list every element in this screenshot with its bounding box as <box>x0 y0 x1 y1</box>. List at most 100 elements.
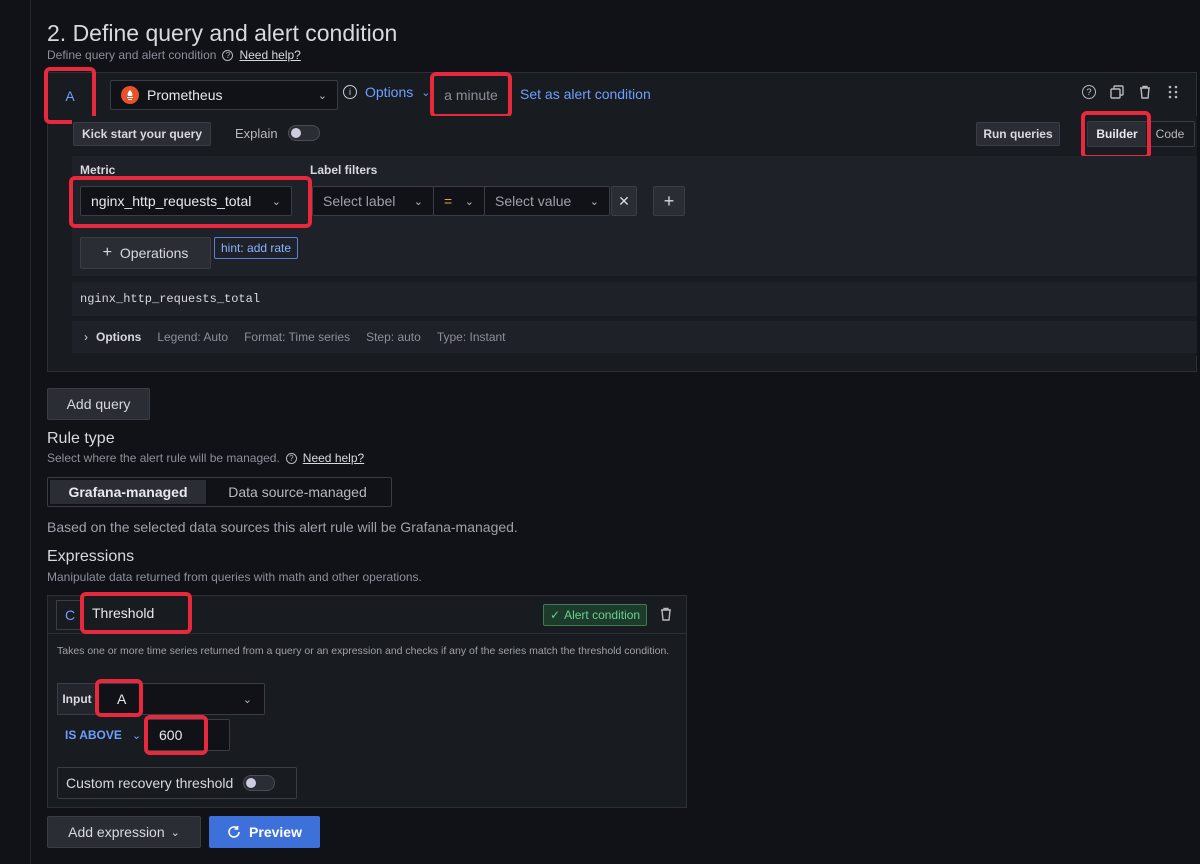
code-label: Code <box>1155 127 1185 141</box>
operator-select[interactable]: = ⌄ <box>433 186 485 216</box>
operations-button[interactable]: + Operations <box>80 237 211 269</box>
drag-handle-icon[interactable] <box>1166 85 1180 99</box>
options-type: Type: Instant <box>436 330 506 344</box>
run-queries-button[interactable]: Run queries <box>976 122 1060 146</box>
chevron-right-icon: › <box>84 330 88 344</box>
add-query-button[interactable]: Add query <box>47 388 150 420</box>
label-filters-label: Label filters <box>310 163 378 177</box>
query-header-actions: ? <box>1082 85 1180 99</box>
metric-label: Metric <box>80 163 116 177</box>
expression-name-field[interactable]: Threshold <box>80 592 192 634</box>
operations-label: Operations <box>119 245 189 261</box>
rule-type-subtitle-row: Select where the alert rule will be mana… <box>47 451 364 465</box>
threshold-highlight <box>144 715 208 755</box>
help-icon[interactable]: ? <box>1082 85 1096 99</box>
expressions-title: Expressions <box>47 548 135 565</box>
section-subtitle: Define query and alert condition <box>47 48 217 62</box>
raw-query-text: nginx_http_requests_total <box>80 292 261 306</box>
chevron-down-icon: ⌄ <box>317 89 327 102</box>
input-row: Input A ⌄ <box>57 683 265 715</box>
datasource-managed-label: Data source-managed <box>228 484 367 500</box>
set-alert-condition-button[interactable]: Set as alert condition <box>520 86 651 102</box>
datasource-managed-option[interactable]: Data source-managed <box>206 480 389 504</box>
raw-query-box: nginx_http_requests_total <box>72 282 1197 316</box>
code-mode-button[interactable]: Code <box>1146 122 1194 146</box>
hint-add-rate-button[interactable]: hint: add rate <box>214 237 299 259</box>
comparator-label: IS ABOVE <box>65 728 122 742</box>
add-query-label: Add query <box>66 396 131 412</box>
explain-toggle-row: Explain <box>235 125 320 141</box>
add-expression-button[interactable]: Add expression ⌄ <box>47 816 201 848</box>
custom-recovery-label: Custom recovery threshold <box>66 775 234 791</box>
help-circle-icon: ? <box>222 49 234 61</box>
need-help-link[interactable]: Need help? <box>239 48 300 62</box>
plus-icon: + <box>102 244 112 261</box>
options-legend: Legend: Auto <box>157 330 229 344</box>
value-select-placeholder: Select value <box>495 193 572 209</box>
hint-label: hint: add rate <box>221 241 292 255</box>
metric-highlight <box>69 176 312 228</box>
rule-type-switch: Grafana-managed Data source-managed <box>47 477 392 507</box>
refresh-icon <box>227 825 241 839</box>
plus-icon: + <box>663 190 675 211</box>
label-select[interactable]: Select label ⌄ <box>312 186 434 216</box>
chevron-down-icon: ⌄ <box>242 693 252 706</box>
input-highlight <box>95 679 143 717</box>
datasource-name: Prometheus <box>147 87 223 103</box>
add-expression-label: Add expression <box>68 824 165 840</box>
section-title: 2. Define query and alert condition <box>47 20 398 46</box>
query-interval-label: a minute <box>444 87 498 103</box>
chevron-down-icon: ⌄ <box>170 826 180 839</box>
chevron-down-icon: ⌄ <box>464 195 474 208</box>
grafana-managed-label: Grafana-managed <box>68 484 188 500</box>
add-filter-button[interactable]: + <box>653 186 685 216</box>
chevron-down-icon: ⌄ <box>421 86 431 99</box>
query-options-row: i Options ⌄ <box>343 84 430 100</box>
alert-condition-badge: ✓ Alert condition <box>543 604 648 626</box>
explain-toggle[interactable] <box>287 125 320 141</box>
kickstart-label: Kick start your query <box>81 127 203 141</box>
comparator-select[interactable]: IS ABOVE ⌄ <box>57 724 141 746</box>
expression-name: Threshold <box>92 605 155 621</box>
query-ref-id[interactable]: A <box>44 67 96 124</box>
section-subtitle-row: Define query and alert condition ? Need … <box>47 48 301 62</box>
prometheus-icon <box>121 86 139 104</box>
chevron-down-icon: ⌄ <box>413 195 423 208</box>
preview-button[interactable]: Preview <box>209 816 320 848</box>
expression-ref-id-label: C <box>64 607 76 623</box>
kickstart-button[interactable]: Kick start your query <box>73 122 211 146</box>
help-circle-icon: ? <box>285 452 297 464</box>
query-options-collapse[interactable]: › Options Legend: Auto Format: Time seri… <box>72 321 1197 353</box>
custom-recovery-toggle[interactable] <box>243 775 276 791</box>
query-ref-id-label: A <box>65 87 75 104</box>
duplicate-icon[interactable] <box>1110 85 1124 99</box>
grafana-managed-option[interactable]: Grafana-managed <box>50 480 206 504</box>
custom-recovery-row: Custom recovery threshold <box>57 767 297 799</box>
trash-icon[interactable] <box>659 607 673 621</box>
info-circle-icon: i <box>343 85 357 99</box>
input-label: Input <box>57 683 97 715</box>
rule-type-note: Based on the selected data sources this … <box>47 519 518 535</box>
value-select[interactable]: Select value ⌄ <box>484 186 610 216</box>
builder-highlight <box>1081 111 1151 159</box>
rule-type-help-link[interactable]: Need help? <box>303 451 364 465</box>
rule-type-title: Rule type <box>47 430 115 447</box>
close-icon: ✕ <box>618 192 630 209</box>
expressions-subtitle: Manipulate data returned from queries wi… <box>47 570 422 584</box>
run-queries-label: Run queries <box>983 127 1053 141</box>
remove-filter-button[interactable]: ✕ <box>611 186 637 216</box>
trash-icon[interactable] <box>1138 85 1152 99</box>
query-interval[interactable]: a minute <box>430 72 512 118</box>
rule-type-subtitle: Select where the alert rule will be mana… <box>47 451 280 465</box>
expression-ref-id[interactable]: C <box>56 600 84 630</box>
chevron-down-icon: ⌄ <box>131 729 142 742</box>
datasource-picker[interactable]: Prometheus ⌄ <box>110 80 338 110</box>
query-options-button[interactable]: Options <box>365 84 413 100</box>
expression-description: Takes one or more time series returned f… <box>57 645 670 657</box>
label-select-placeholder: Select label <box>323 193 396 209</box>
chevron-down-icon: ⌄ <box>589 195 599 208</box>
operator-value: = <box>444 193 453 209</box>
preview-label: Preview <box>249 824 302 840</box>
explain-label: Explain <box>235 125 278 141</box>
options-collapse-label: Options <box>96 330 142 344</box>
